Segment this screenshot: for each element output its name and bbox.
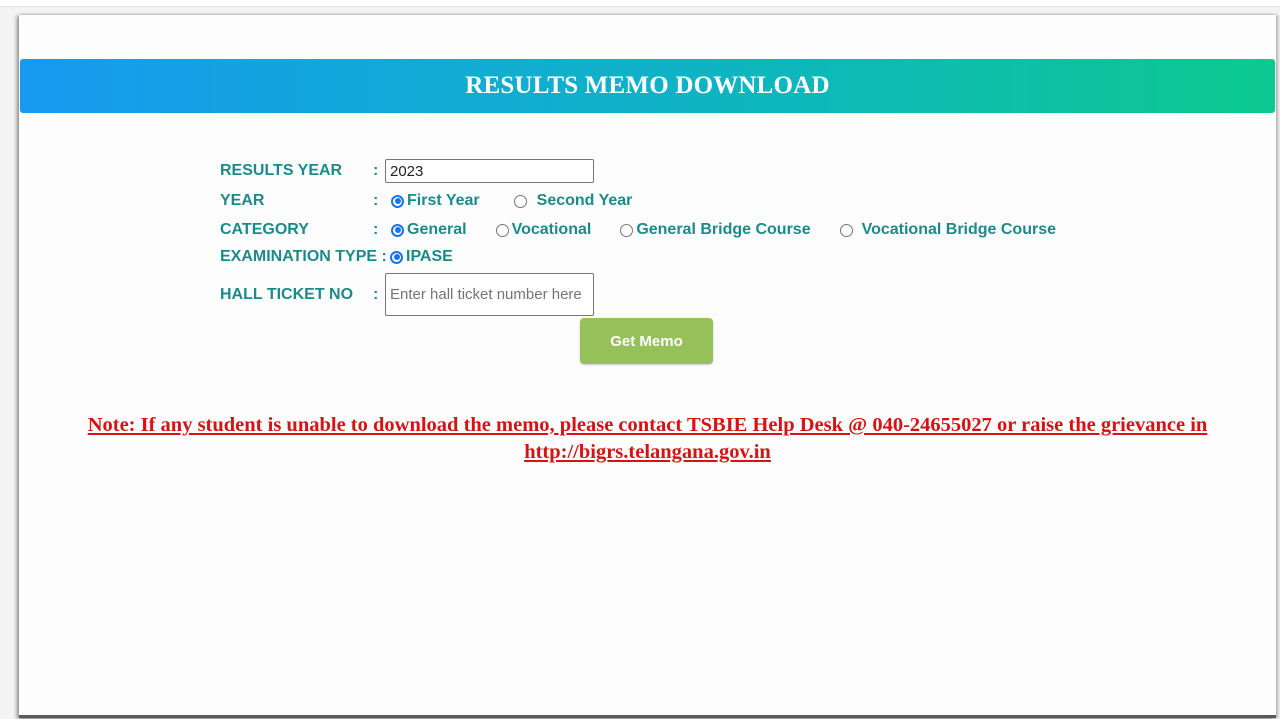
help-note: Note: If any student is unable to downlo… (19, 412, 1276, 466)
radio-first-year[interactable] (391, 194, 404, 208)
category-option-general-bridge[interactable]: General Bridge Course (620, 221, 811, 239)
radio-vocational-bridge[interactable] (839, 223, 853, 237)
general-label: General (407, 221, 467, 238)
year-row: YEAR : First Year Second Year (220, 192, 632, 210)
year-option-second-year[interactable]: Second Year (513, 192, 633, 210)
exam-type-label: EXAMINATION TYPE : (220, 248, 387, 265)
first-year-label: First Year (407, 192, 480, 209)
year-option-first-year[interactable]: First Year (391, 192, 480, 210)
grievance-link[interactable]: http://bigrs.telangana.gov.in (524, 441, 771, 463)
get-memo-button[interactable]: Get Memo (580, 318, 713, 364)
category-option-general[interactable]: General (391, 221, 467, 239)
results-year-row: RESULTS YEAR : (220, 159, 594, 183)
year-label: YEAR (220, 192, 265, 209)
ipase-label: IPASE (406, 248, 453, 265)
colon: : (373, 285, 379, 303)
category-option-vocational-bridge[interactable]: Vocational Bridge Course (839, 221, 1056, 239)
browser-top-edge (0, 0, 1280, 7)
page-header: RESULTS MEMO DOWNLOAD (20, 59, 1275, 113)
vocational-label: Vocational (511, 221, 592, 238)
category-row: CATEGORY : General Vocational General Br… (220, 221, 1056, 239)
radio-ipase[interactable] (390, 250, 403, 264)
hall-ticket-row: HALL TICKET NO : (220, 273, 594, 316)
help-note-text: Note: If any student is unable to downlo… (87, 414, 1208, 436)
results-year-label: RESULTS YEAR (220, 162, 343, 179)
radio-second-year[interactable] (513, 194, 527, 208)
general-bridge-label: General Bridge Course (636, 221, 811, 238)
hall-ticket-label: HALL TICKET NO (220, 285, 354, 303)
category-option-vocational[interactable]: Vocational (495, 221, 592, 239)
results-year-input[interactable] (385, 159, 594, 183)
page-title: RESULTS MEMO DOWNLOAD (465, 72, 830, 99)
radio-general-bridge[interactable] (620, 223, 634, 237)
exam-type-option-ipase[interactable]: IPASE (390, 248, 453, 266)
exam-type-row: EXAMINATION TYPE : IPASE (220, 248, 453, 266)
category-label: CATEGORY (220, 221, 309, 238)
hall-ticket-input[interactable] (385, 273, 594, 316)
radio-general[interactable] (391, 223, 404, 237)
memo-panel: RESULTS MEMO DOWNLOAD RESULTS YEAR : YEA… (19, 15, 1276, 718)
colon: : (373, 221, 379, 238)
colon: : (373, 162, 379, 179)
vocational-bridge-label: Vocational Bridge Course (861, 221, 1056, 238)
radio-vocational[interactable] (495, 223, 509, 237)
second-year-label: Second Year (536, 192, 633, 209)
colon: : (373, 192, 379, 209)
